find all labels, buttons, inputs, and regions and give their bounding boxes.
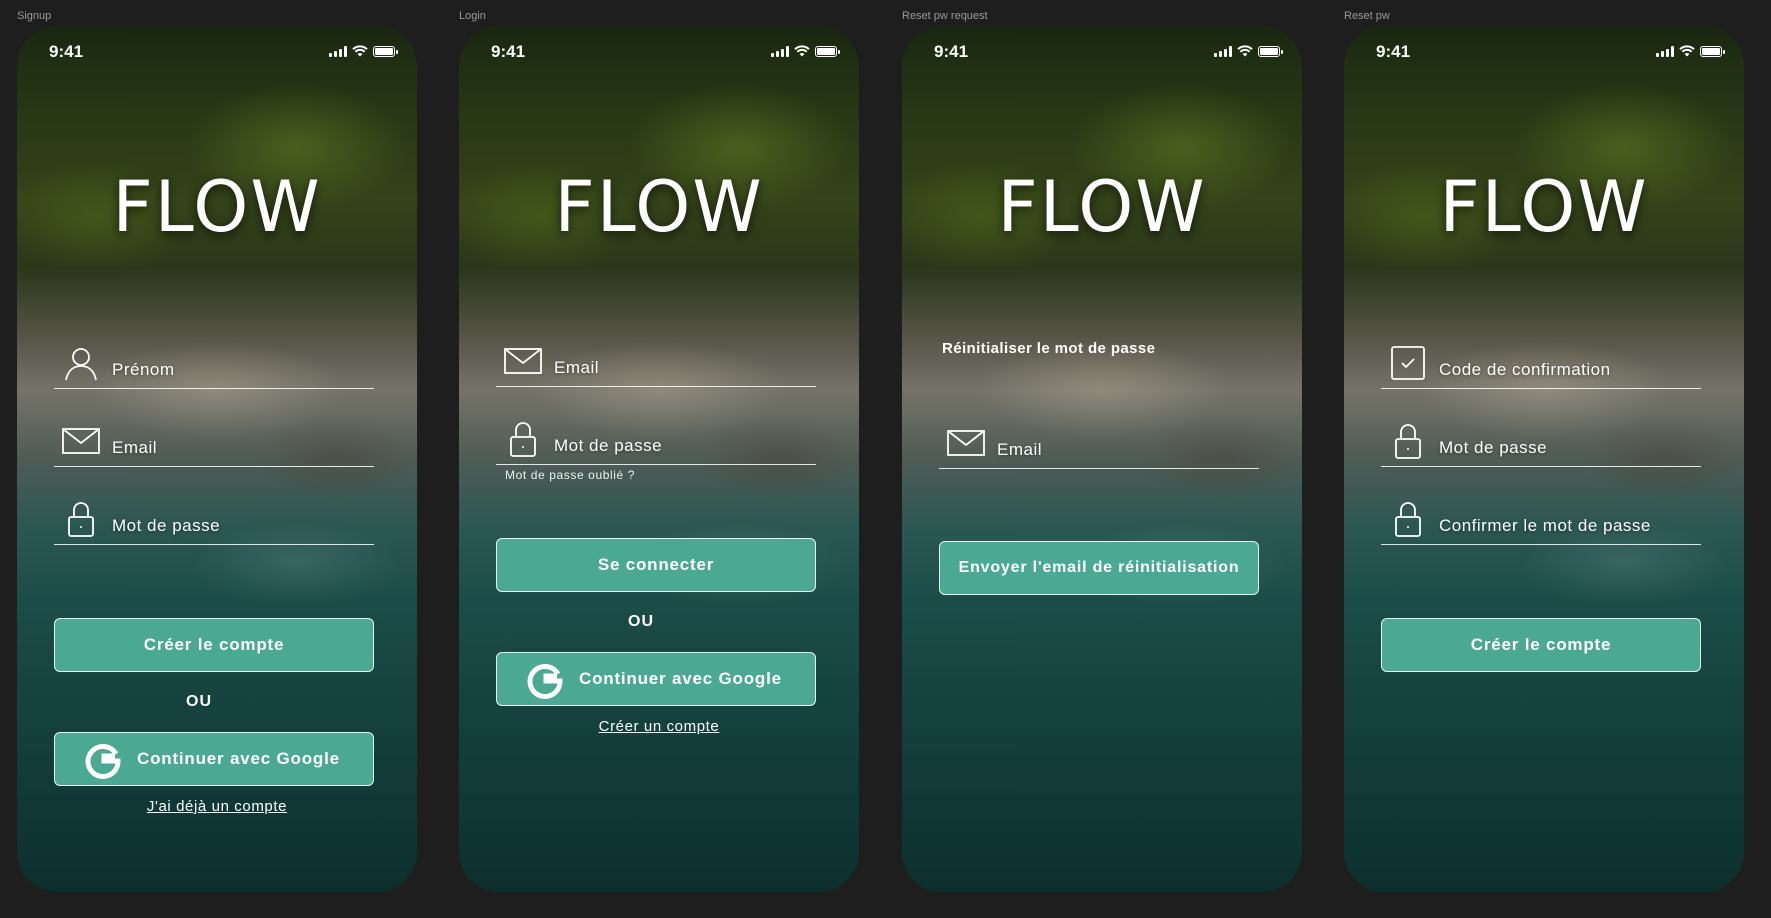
or-separator: OU [628, 613, 654, 630]
google-icon [85, 744, 121, 779]
google-signin-button[interactable]: Continuer avec Google [496, 652, 816, 706]
email-placeholder: Email [554, 358, 600, 377]
create-account-link[interactable]: Créer un compte [459, 718, 859, 735]
email-field[interactable]: Email [939, 420, 1259, 469]
forgot-password-link[interactable]: Mot de passe oublié ? [505, 468, 635, 482]
reset-request-screen: 9:41 FLOW Réinitialiser le mot de passe … [902, 26, 1302, 892]
google-button-label: Continuer avec Google [137, 749, 340, 768]
app-logo: FLOW [997, 166, 1207, 248]
frame-label-signup: Signup [17, 10, 52, 22]
google-button-label: Continuer avec Google [579, 669, 782, 688]
password-placeholder: Mot de passe [554, 436, 663, 455]
lock-icon [1395, 502, 1421, 537]
status-icons [1214, 45, 1283, 57]
battery-icon [1700, 45, 1725, 57]
confirm-password-field[interactable]: Confirmer le mot de passe [1381, 496, 1701, 545]
frame-label-login: Login [459, 10, 486, 22]
password-field[interactable]: Mot de passe [1381, 418, 1701, 467]
confirmation-code-placeholder: Code de confirmation [1439, 360, 1611, 379]
signal-icon [329, 45, 347, 57]
lock-icon [68, 502, 94, 537]
firstname-field[interactable]: Prénom [54, 340, 374, 389]
password-placeholder: Mot de passe [112, 516, 221, 535]
or-separator: OU [186, 693, 212, 710]
status-time: 9:41 [49, 42, 84, 61]
wifi-icon [1679, 45, 1695, 57]
battery-icon [815, 45, 840, 57]
mail-icon [947, 430, 985, 456]
user-icon [65, 348, 97, 381]
mail-icon [62, 428, 100, 454]
firstname-placeholder: Prénom [112, 360, 175, 379]
login-button[interactable]: Se connecter [496, 538, 816, 592]
app-logo: FLOW [554, 166, 764, 248]
app-logo: FLOW [112, 166, 322, 248]
check-square-icon [1391, 346, 1425, 380]
status-icons [771, 45, 840, 57]
status-icons [329, 45, 398, 57]
wifi-icon [794, 45, 810, 57]
frame-label-reset-request: Reset pw request [902, 10, 988, 22]
lock-icon [510, 422, 536, 457]
google-icon [527, 664, 563, 699]
create-account-button[interactable]: Créer le compte [1381, 618, 1701, 672]
confirmation-code-field[interactable]: Code de confirmation [1381, 340, 1701, 389]
frame-label-reset: Reset pw [1344, 10, 1390, 22]
signal-icon [1214, 45, 1232, 57]
signal-icon [1656, 45, 1674, 57]
reset-title: Réinitialiser le mot de passe [942, 340, 1156, 357]
password-field[interactable]: Mot de passe [496, 416, 816, 465]
wifi-icon [1237, 45, 1253, 57]
lock-icon [1395, 424, 1421, 459]
email-placeholder: Email [112, 438, 158, 457]
status-time: 9:41 [934, 42, 969, 61]
status-icons [1656, 45, 1725, 57]
create-account-button[interactable]: Créer le compte [54, 618, 374, 672]
status-time: 9:41 [491, 42, 526, 61]
google-signin-button[interactable]: Continuer avec Google [54, 732, 374, 786]
send-reset-email-button[interactable]: Envoyer l'email de réinitialisation [939, 541, 1259, 595]
signup-screen: 9:41 FLOW Prénom Email Mot de passe Crée… [17, 26, 417, 892]
email-placeholder: Email [997, 440, 1043, 459]
status-time: 9:41 [1376, 42, 1411, 61]
email-field[interactable]: Email [496, 338, 816, 387]
wifi-icon [352, 45, 368, 57]
signal-icon [771, 45, 789, 57]
confirm-password-placeholder: Confirmer le mot de passe [1439, 516, 1651, 535]
reset-screen: 9:41 FLOW Code de confirmation Mot de pa… [1344, 26, 1744, 892]
battery-icon [373, 45, 398, 57]
app-logo: FLOW [1439, 166, 1649, 248]
password-placeholder: Mot de passe [1439, 438, 1548, 457]
login-screen: 9:41 FLOW Email Mot de passe Mot de pass… [459, 26, 859, 892]
have-account-link[interactable]: J'ai déjà un compte [17, 798, 417, 815]
password-field[interactable]: Mot de passe [54, 496, 374, 545]
battery-icon [1258, 45, 1283, 57]
email-field[interactable]: Email [54, 418, 374, 467]
mail-icon [504, 348, 542, 374]
